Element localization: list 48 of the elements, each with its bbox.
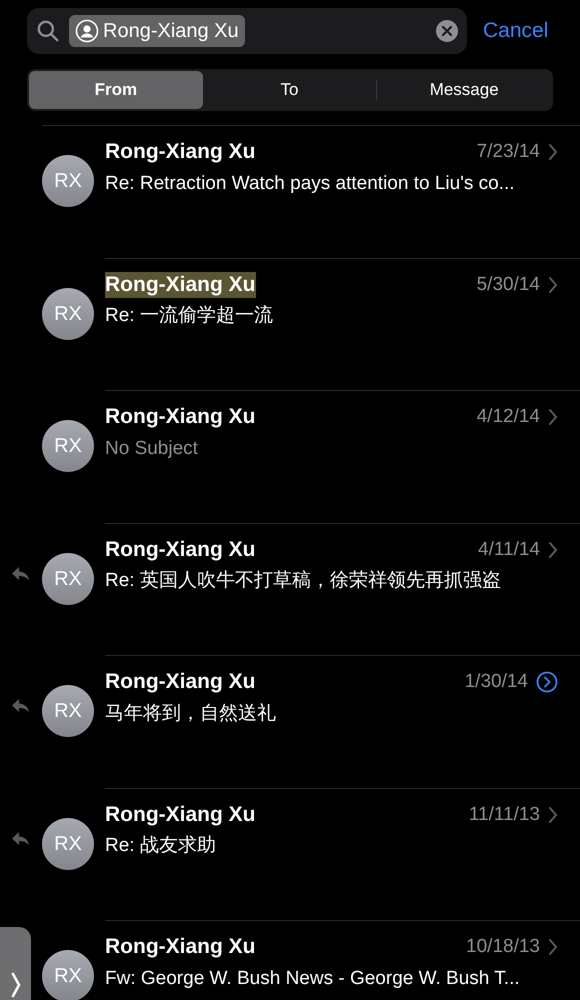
clear-icon[interactable] [435,19,459,43]
message-date: 4/11/14 [478,538,540,562]
message-date: 1/30/14 [464,670,528,694]
scope-tab[interactable]: From [29,71,203,109]
search-token-text: Rong-Xiang Xu [103,19,239,44]
message-date: 4/12/14 [476,405,540,429]
message-subject: Re: 一流偷学超一流 [105,304,274,328]
message-date: 11/11/13 [468,802,540,826]
avatar: RX [42,420,94,472]
sender-name: Rong-Xiang Xu [105,934,256,960]
message-row[interactable]: RX Rong-Xiang Xu 11/11/13 Re: 战友求助 [42,788,580,920]
avatar: RX [42,950,94,1000]
sender-name: Rong-Xiang Xu [105,404,256,430]
message-row[interactable]: RX Rong-Xiang Xu 1/30/14 马年将到，自然送礼 [42,656,580,787]
avatar: RX [42,685,94,737]
chevron-circle-icon[interactable] [536,671,558,694]
message-subject: Re: Retraction Watch pays attention to Liu's co... [105,172,516,196]
avatar: RX [42,155,94,207]
message-subject: Fw: George W. Bush News - George W. Bush T... [105,966,521,990]
avatar: RX [42,818,94,870]
message-subject: Re: 英国人吹牛不打草稿，徐荣祥领先再抓强盗 [105,569,502,593]
avatar: RX [42,552,94,604]
message-row[interactable]: RX Rong-Xiang Xu 4/11/14 Re: 英国人吹牛不打草稿，徐荣祥领先再抓强盗 [42,524,580,654]
person-icon [75,19,99,43]
side-handle[interactable] [0,927,31,1000]
search-token[interactable]: Rong-Xiang Xu [69,15,245,47]
avatar: RX [42,288,94,340]
message-date: 5/30/14 [476,272,540,296]
message-subject: Re: 战友求助 [105,834,217,858]
sender-name: Rong-Xiang Xu [105,139,256,166]
message-subject: 马年将到，自然送礼 [105,702,277,726]
scope-tab[interactable]: Message [377,71,552,109]
message-row[interactable]: RX Rong-Xiang Xu 4/12/14 No Subject [42,391,580,522]
sender-name: Rong-Xiang Xu [105,802,256,828]
search-field[interactable]: Rong-Xiang Xu [27,8,467,54]
sender-name: Rong-Xiang Xu [105,272,256,298]
sender-name: Rong-Xiang Xu [105,669,256,696]
message-subject: No Subject [105,436,199,460]
chevron-right-icon [10,972,22,998]
sender-name: Rong-Xiang Xu [105,536,256,563]
message-row[interactable]: RX Rong-Xiang Xu 10/18/13 Fw: George W. Bush News - George W. Bush T... [42,921,580,1000]
scope-tab[interactable]: To [202,71,376,109]
message-row[interactable]: RX Rong-Xiang Xu 5/30/14 Re: 一流偷学超一流 [42,258,580,390]
message-date: 10/18/13 [466,935,540,959]
cancel-button[interactable]: Cancel [479,15,548,47]
message-row[interactable]: RX Rong-Xiang Xu 7/23/14 Re: Retraction Watch pays attention to Liu's co... [42,126,580,257]
message-date: 7/23/14 [476,140,540,164]
search-icon [35,18,61,44]
